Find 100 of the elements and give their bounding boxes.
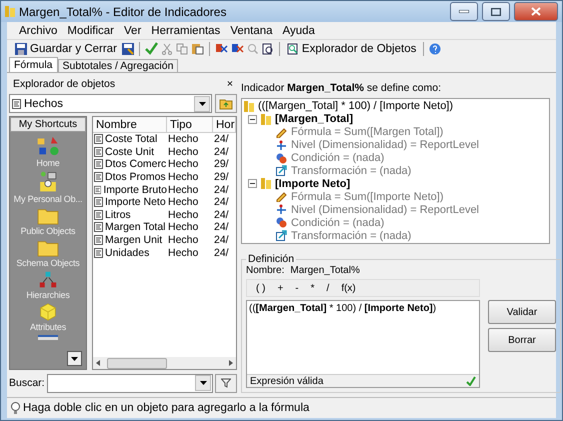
- table-cell-text: Hecho: [167, 133, 200, 146]
- menu-item[interactable]: Archivo: [15, 24, 62, 36]
- pencil-icon: [276, 126, 287, 138]
- tree-item[interactable]: Transformación = (nada): [291, 164, 412, 177]
- tree-item[interactable]: Transformación = (nada): [291, 230, 412, 242]
- table-cell[interactable]: Margen Unit: [93, 234, 167, 246]
- search-field[interactable]: [46, 374, 213, 392]
- collapse-icon[interactable]: [248, 179, 257, 188]
- table-cell[interactable]: Dtos Promos: [93, 171, 167, 184]
- tree-item[interactable]: [Margen_Total]: [275, 113, 354, 126]
- tree-item[interactable]: [Importe Neto]: [275, 178, 350, 190]
- cube-icon: [38, 303, 58, 321]
- collapse-icon[interactable]: [248, 114, 257, 124]
- column-header[interactable]: Tipo: [167, 117, 213, 133]
- table-cell-text: 29/: [213, 171, 230, 184]
- formula-editor[interactable]: (([Margen_Total] * 100) / [Importe Neto]) Expresión válida: [246, 300, 480, 388]
- save-icon[interactable]: [15, 42, 27, 54]
- toolbar-button[interactable]: Explorador de Objetos: [284, 40, 418, 56]
- table-cell-text: 24/: [213, 184, 230, 196]
- table-cell-text: Hecho: [167, 246, 200, 259]
- operator-button[interactable]: *: [308, 282, 318, 294]
- folder-icon: [36, 207, 59, 225]
- table-cell-text: Hecho: [167, 234, 200, 246]
- table-cell[interactable]: Litros: [93, 208, 167, 221]
- tab[interactable]: Subtotales / Agregación: [58, 59, 178, 72]
- parent-folder-button[interactable]: [215, 94, 237, 113]
- table-cell-text: Hecho: [167, 221, 200, 234]
- table-cell[interactable]: Dtos Comerc: [93, 158, 167, 170]
- tree-item[interactable]: Fórmula = Sum([Margen Total]): [291, 126, 444, 138]
- tab[interactable]: Fórmula: [9, 57, 58, 72]
- tree-item[interactable]: Fórmula = Sum([Importe Neto]): [291, 190, 444, 203]
- table-cell[interactable]: Unidades: [93, 246, 167, 259]
- close-button[interactable]: [514, 2, 558, 21]
- tree-item[interactable]: (([Margen_Total] * 100) / [Importe Neto]): [258, 100, 454, 112]
- check-icon[interactable]: [144, 42, 158, 55]
- hierarchy-icon: [38, 271, 58, 289]
- filter-button[interactable]: [215, 374, 237, 392]
- check-icon: [466, 376, 476, 386]
- dropdown-arrow-icon: [198, 102, 206, 106]
- pencil-icon: [276, 191, 287, 202]
- menu-item[interactable]: Modificar: [63, 24, 118, 36]
- axes-icon: [276, 140, 287, 151]
- info-bulb-icon: [11, 402, 20, 414]
- table-cell-text: Hecho: [167, 146, 200, 158]
- action-button[interactable]: Validar: [488, 300, 556, 324]
- table-cell[interactable]: Coste Total: [93, 133, 167, 146]
- scroll-right-icon[interactable]: [229, 360, 233, 366]
- action-button[interactable]: Borrar: [488, 328, 556, 352]
- panel-title: Explorador de objetos: [13, 78, 116, 90]
- table-cell[interactable]: Importe Neto: [93, 196, 167, 208]
- help-icon[interactable]: [429, 42, 442, 54]
- operator-button[interactable]: /: [324, 282, 332, 294]
- shapes-icon: [36, 135, 60, 157]
- table-cell-text: Hecho: [167, 208, 200, 221]
- object-type-dropdown[interactable]: Hechos: [9, 94, 212, 113]
- tree-item[interactable]: Condición = (nada): [291, 152, 384, 164]
- explorer-icon[interactable]: [286, 42, 299, 54]
- table-cell-text: 24/: [213, 221, 230, 234]
- transform-icon: [276, 165, 287, 176]
- operator-button[interactable]: +: [274, 282, 286, 294]
- maximize-button[interactable]: [482, 2, 510, 21]
- table-cell[interactable]: Coste Unit: [93, 146, 167, 158]
- scroll-down-button[interactable]: [67, 351, 82, 366]
- table-cell[interactable]: Margen Total: [93, 221, 167, 234]
- horizontal-scrollbar[interactable]: [93, 357, 236, 369]
- metric-icon: [5, 6, 15, 17]
- save-as-icon[interactable]: [122, 42, 134, 54]
- operator-button[interactable]: -: [292, 282, 302, 294]
- table-cell-text: Hecho: [167, 184, 200, 196]
- menu-item[interactable]: Herramientas: [147, 24, 224, 36]
- paste-icon[interactable]: [190, 42, 204, 55]
- minimize-button[interactable]: [450, 2, 478, 21]
- axes-icon: [276, 204, 287, 216]
- tree-item[interactable]: Nivel (Dimensionalidad) = ReportLevel: [291, 204, 480, 216]
- tree-item[interactable]: Nivel (Dimensionalidad) = ReportLevel: [291, 139, 480, 152]
- scroll-left-icon[interactable]: [96, 360, 100, 366]
- group-title: Definición: [247, 253, 296, 265]
- window-title: Margen_Total% - Editor de Indicadores: [19, 4, 228, 18]
- menu-item[interactable]: Ver: [120, 24, 146, 36]
- transform-icon: [276, 230, 287, 242]
- table-cell-text: 24/: [213, 234, 230, 246]
- close-button[interactable]: ×: [226, 78, 233, 90]
- close-icon: [531, 7, 541, 16]
- tree-item[interactable]: Condición = (nada): [291, 216, 384, 229]
- fact-icon: [12, 98, 21, 108]
- toolbar-button[interactable]: Guardar y Cerrar: [13, 40, 119, 56]
- menu-item[interactable]: Ayuda: [278, 24, 319, 36]
- definition-heading: Indicador Margen_Total% se define como:: [241, 82, 441, 94]
- column-header[interactable]: Nombre: [93, 117, 167, 133]
- column-header[interactable]: Hor: [213, 117, 236, 133]
- operator-button[interactable]: f(x): [338, 282, 359, 294]
- table-cell-text: 24/: [213, 196, 230, 208]
- search-label: Buscar:: [9, 377, 45, 389]
- operator-button[interactable]: ( ): [253, 282, 268, 294]
- table-cell[interactable]: Importe Bruto: [93, 184, 167, 196]
- table-cell-text: Hecho: [167, 196, 200, 208]
- table-cell-text: 24/: [213, 133, 230, 146]
- formula-text: (([Margen_Total] * 100) / [Importe Neto]): [249, 303, 436, 314]
- shortcuts-header[interactable]: My Shortcuts: [10, 117, 86, 132]
- menu-item[interactable]: Ventana: [226, 24, 277, 36]
